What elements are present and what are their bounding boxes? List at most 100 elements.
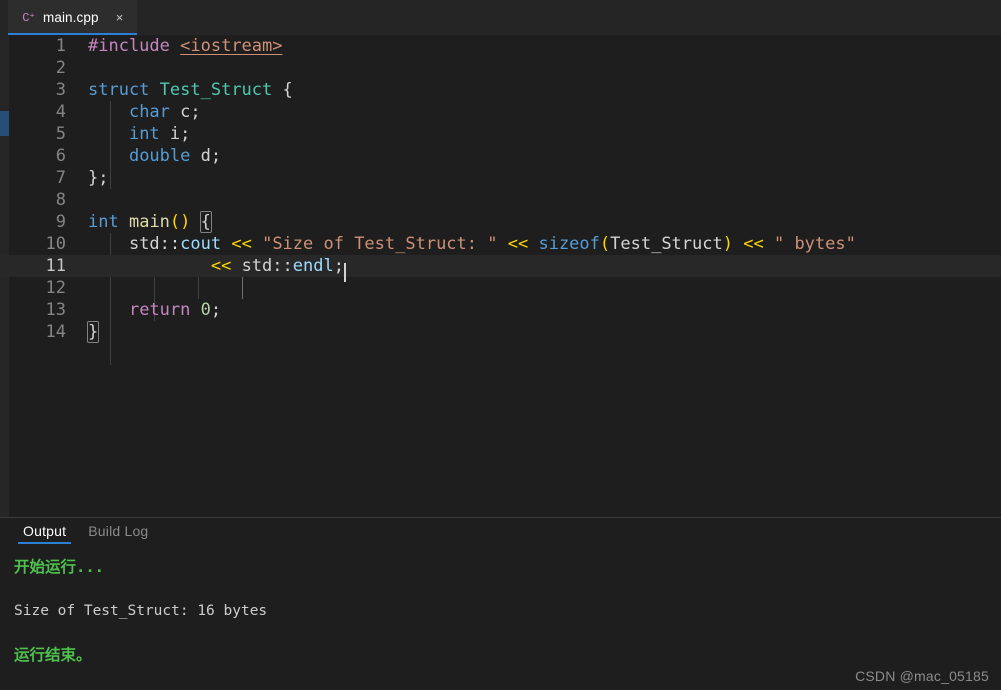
token-keyword-double: double [128, 146, 191, 166]
token-close-brace-matched: } [86, 321, 100, 343]
line-content: int main() { [88, 211, 1001, 233]
line-content: << std::endl; [88, 255, 1001, 282]
line-number: 13 [45, 300, 66, 320]
code-line-active[interactable]: 11 << std::endl; [0, 255, 1001, 282]
code-line[interactable]: 14 } [0, 321, 1001, 343]
token-parens: () [169, 212, 191, 232]
output-line-start: 开始运行... [14, 558, 104, 576]
token-preprocessor: #include [88, 36, 170, 56]
line-number: 2 [55, 58, 66, 78]
line-content: std::cout << "Size of Test_Struct: " << … [88, 233, 1001, 255]
line-content: #include <iostream> [88, 35, 1001, 57]
token-keyword-int: int [128, 124, 160, 144]
line-content: return 0; [88, 299, 1001, 321]
token-type-name: Test_Struct [159, 80, 273, 100]
token-keyword-return: return [128, 300, 191, 320]
token-cout: cout [180, 234, 222, 254]
output-line-end: 运行结束。 [14, 646, 92, 664]
token-number-zero: 0 [200, 300, 211, 320]
line-content: double d; [88, 145, 1001, 167]
code-line[interactable]: 4 char c; [0, 101, 1001, 123]
close-icon[interactable]: × [112, 10, 128, 26]
line-number-active: 11 [45, 256, 66, 276]
code-line[interactable]: 7 }; [0, 167, 1001, 189]
token-stream-op: << [743, 234, 764, 254]
code-line[interactable]: 5 int i; [0, 123, 1001, 145]
token-keyword-int: int [88, 212, 119, 232]
line-number: 5 [55, 124, 66, 144]
code-line[interactable]: 10 std::cout << "Size of Test_Struct: " … [0, 233, 1001, 255]
token-include-path: <iostream> [180, 36, 283, 56]
token-semicolon: ; [190, 102, 201, 122]
token-namespace-std: std:: [128, 234, 181, 254]
output-content[interactable]: 开始运行... Size of Test_Struct: 16 bytes 运行… [0, 544, 1001, 690]
token-keyword-struct: struct [88, 80, 150, 100]
token-semicolon: ; [180, 124, 191, 144]
token-namespace-std: std:: [241, 256, 293, 276]
tab-build-log[interactable]: Build Log [77, 518, 159, 544]
code-line[interactable]: 6 double d; [0, 145, 1001, 167]
code-line[interactable]: 9 int main() { [0, 211, 1001, 233]
output-line-blank [14, 578, 1001, 600]
code-line[interactable]: 12 [0, 277, 1001, 299]
output-panel: Output Build Log 开始运行... Size of Test_St… [0, 518, 1001, 690]
line-number: 1 [55, 36, 66, 56]
token-keyword-char: char [128, 102, 170, 122]
token-open-brace: { [282, 80, 293, 100]
watermark: CSDN @mac_05185 [855, 668, 989, 684]
token-rparen: ) [722, 234, 733, 254]
token-semicolon: ; [333, 256, 344, 276]
line-number: 12 [45, 278, 66, 298]
code-line[interactable]: 3 struct Test_Struct { [0, 79, 1001, 101]
token-stream-op: << [231, 234, 252, 254]
code-line[interactable]: 1 #include <iostream> [0, 35, 1001, 57]
token-semicolon: ; [210, 146, 222, 166]
line-number: 10 [45, 234, 66, 254]
editor-tab-main-cpp[interactable]: C⁺ main.cpp × [8, 0, 137, 35]
line-content: int i; [88, 123, 1001, 145]
token-endl: endl [292, 256, 334, 276]
code-line[interactable]: 8 [0, 189, 1001, 211]
token-member-c: c [180, 102, 191, 122]
token-keyword-sizeof: sizeof [538, 234, 600, 254]
token-stream-op: << [507, 234, 529, 254]
code-line[interactable]: 13 return 0; [0, 299, 1001, 321]
editor-tab-label: main.cpp [43, 10, 99, 25]
token-stream-op: << [210, 256, 232, 276]
line-number: 4 [55, 102, 66, 122]
cpp-file-icon: C⁺ [22, 10, 35, 25]
token-semicolon: ; [210, 300, 222, 320]
line-content: char c; [88, 101, 1001, 123]
token-sizeof-arg: Test_Struct [610, 234, 723, 254]
code-area[interactable]: 1 #include <iostream> 2 3 struct Test_St… [0, 35, 1001, 517]
code-editor[interactable]: 1 #include <iostream> 2 3 struct Test_St… [0, 35, 1001, 517]
line-content: }; [88, 167, 1001, 189]
token-member-i: i [169, 124, 181, 144]
editor-window: C⁺ main.cpp × 1 #include <iostream> 2 3 … [0, 0, 1001, 690]
code-line[interactable]: 2 [0, 57, 1001, 79]
token-close-brace-semicolon: }; [88, 168, 109, 188]
line-number: 9 [55, 212, 66, 232]
output-line-blank [14, 622, 1001, 644]
tab-output[interactable]: Output [12, 518, 77, 544]
line-content: } [86, 321, 1001, 343]
line-number: 14 [45, 322, 66, 342]
token-open-brace-matched: { [199, 211, 212, 233]
panel-tab-bar: Output Build Log [0, 518, 1001, 544]
